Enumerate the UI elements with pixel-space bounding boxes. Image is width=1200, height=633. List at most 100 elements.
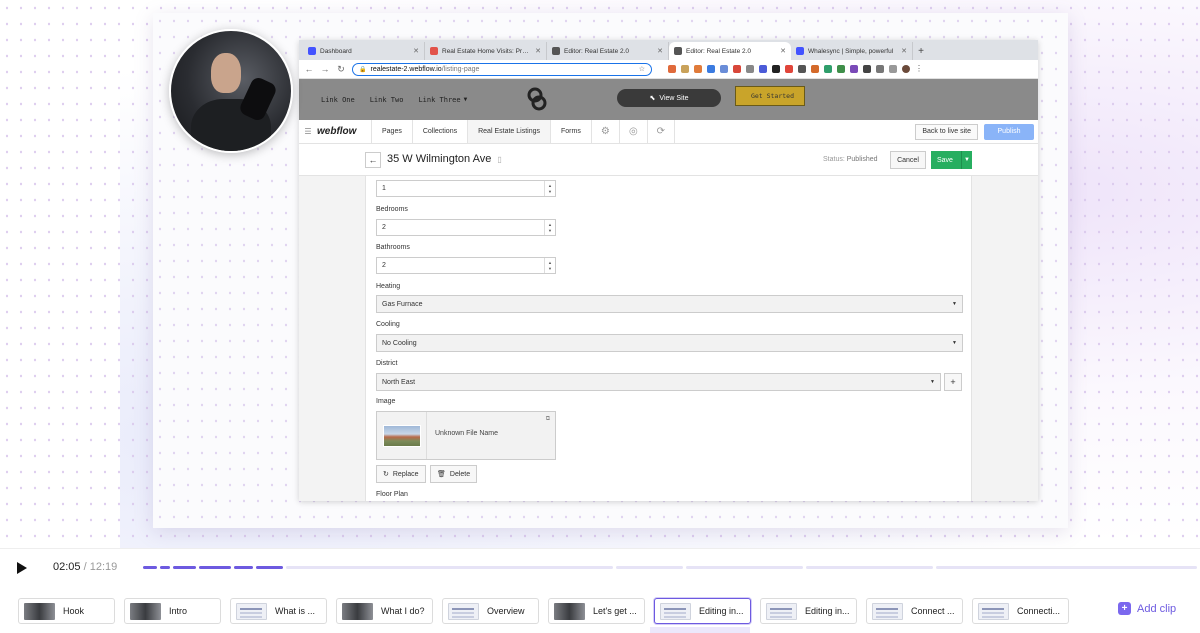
bedrooms-field[interactable]: 2 ▲ ▼ (376, 219, 556, 236)
get-started-button[interactable]: Get Started (735, 86, 805, 106)
extension-icon[interactable] (772, 65, 780, 73)
browser-tab[interactable]: Editor: Real Estate 2.0 ✕ (547, 42, 669, 60)
tab-forms[interactable]: Forms (549, 120, 591, 143)
tab-collections[interactable]: Collections (411, 120, 467, 143)
field-label: Bedrooms (376, 206, 408, 213)
new-tab-icon[interactable]: + (913, 46, 929, 60)
clip-label: Connecti... (1017, 606, 1061, 616)
close-tab-icon[interactable]: ✕ (901, 47, 907, 55)
progress-segment[interactable] (256, 566, 283, 569)
back-arrow-button[interactable]: ← (365, 152, 381, 168)
district-select[interactable]: North East ▼ (376, 373, 941, 391)
puzzle-icon[interactable] (876, 65, 884, 73)
hamburger-menu-icon[interactable]: ☰ (303, 120, 313, 143)
clip-item[interactable]: Editing in... (654, 598, 751, 624)
progress-segment[interactable] (234, 566, 253, 569)
avatar-icon[interactable] (902, 65, 910, 73)
cooling-select[interactable]: No Cooling ▼ (376, 334, 963, 352)
site-nav-link[interactable]: Link Three (418, 96, 460, 104)
play-button[interactable] (14, 559, 30, 577)
progress-segment[interactable] (806, 566, 933, 569)
stepper-icon[interactable]: ▲ ▼ (544, 220, 555, 235)
extension-icon[interactable] (733, 65, 741, 73)
site-nav-link[interactable]: Link Two (370, 96, 404, 104)
number-field[interactable]: 1 ▲ ▼ (376, 180, 556, 197)
clip-item[interactable]: Connect ... (866, 598, 963, 624)
add-clip-button[interactable]: + Add clip (1118, 602, 1176, 615)
extension-icon[interactable] (694, 65, 702, 73)
extension-icon[interactable] (889, 65, 897, 73)
save-button[interactable]: Save ▼ (931, 151, 972, 169)
browser-tab[interactable]: Whalesync | Simple, powerful ✕ (791, 42, 913, 60)
bathrooms-field[interactable]: 2 ▲ ▼ (376, 257, 556, 274)
replace-image-button[interactable]: ↻ Replace (376, 465, 426, 483)
progress-segment[interactable] (936, 566, 1197, 569)
gear-icon[interactable]: ⚙ (590, 120, 619, 143)
extension-icon[interactable] (759, 65, 767, 73)
clip-item[interactable]: What is ... (230, 598, 327, 624)
extension-icon[interactable] (785, 65, 793, 73)
site-logo-icon (527, 87, 547, 111)
integrations-icon[interactable]: ⟳ (646, 120, 675, 143)
browser-tab[interactable]: Real Estate Home Visits: Prope ✕ (425, 42, 547, 60)
close-tab-icon[interactable]: ✕ (535, 47, 541, 55)
clip-item[interactable]: Intro (124, 598, 221, 624)
field-label: Floor Plan (376, 491, 408, 498)
kebab-menu-icon[interactable]: ⋮ (915, 65, 923, 73)
progress-segment[interactable] (143, 566, 157, 569)
progress-segment[interactable] (173, 566, 196, 569)
extension-icon[interactable] (720, 65, 728, 73)
star-icon[interactable]: ☆ (639, 65, 645, 73)
add-district-button[interactable]: + (944, 373, 962, 391)
back-arrow-icon[interactable]: ← (304, 64, 314, 74)
heating-select[interactable]: Gas Furnace ▼ (376, 295, 963, 313)
settings-badge-icon[interactable]: ◎ (618, 120, 647, 143)
clip-item[interactable]: Overview (442, 598, 539, 624)
delete-image-button[interactable]: 🗑 Delete (430, 465, 478, 483)
image-field[interactable]: Unknown File Name ⧉ (376, 411, 556, 460)
site-nav-link[interactable]: Link One (321, 96, 355, 104)
tab-real-estate-listings[interactable]: Real Estate Listings (467, 120, 550, 143)
tab-pages[interactable]: Pages (371, 120, 412, 143)
progress-segment[interactable] (616, 566, 683, 569)
clip-item[interactable]: Let's get ... (548, 598, 645, 624)
progress-segment[interactable] (686, 566, 803, 569)
close-tab-icon[interactable]: ✕ (413, 47, 419, 55)
save-options-chevron-icon[interactable]: ▼ (961, 151, 972, 169)
url-input[interactable]: 🔒 realestate-2.webflow.io/listing-page ☆ (352, 62, 652, 76)
progress-bar[interactable] (143, 566, 1200, 569)
active-clip-highlight (650, 627, 750, 633)
favicon-icon (430, 47, 438, 55)
extension-icon[interactable] (811, 65, 819, 73)
clip-item[interactable]: Connecti... (972, 598, 1069, 624)
extension-icon[interactable] (668, 65, 676, 73)
extension-icon[interactable] (863, 65, 871, 73)
publish-button[interactable]: Publish (984, 123, 1034, 140)
extension-icon[interactable] (798, 65, 806, 73)
extension-icon[interactable] (824, 65, 832, 73)
progress-segment[interactable] (160, 566, 170, 569)
external-link-icon[interactable]: ⧉ (546, 416, 550, 423)
extension-icon[interactable] (850, 65, 858, 73)
forward-arrow-icon[interactable]: → (320, 64, 330, 74)
cancel-button[interactable]: Cancel (890, 151, 926, 169)
back-to-live-site-button[interactable]: Back to live site (915, 123, 978, 140)
browser-tab-active[interactable]: Editor: Real Estate 2.0 ✕ (669, 42, 791, 60)
close-tab-icon[interactable]: ✕ (780, 47, 786, 55)
image-file-name: Unknown File Name (435, 430, 499, 437)
stepper-icon[interactable]: ▲ ▼ (544, 258, 555, 273)
clip-item[interactable]: What I do? (336, 598, 433, 624)
extension-icon[interactable] (681, 65, 689, 73)
reload-icon[interactable]: ↻ (336, 64, 346, 75)
extension-icon[interactable] (746, 65, 754, 73)
clip-item[interactable]: Editing in... (760, 598, 857, 624)
stepper-icon[interactable]: ▲ ▼ (544, 181, 555, 196)
browser-tab[interactable]: Dashboard ✕ (303, 42, 425, 60)
progress-segment[interactable] (199, 566, 231, 569)
extension-icon[interactable] (707, 65, 715, 73)
clip-item[interactable]: Hook (18, 598, 115, 624)
view-site-button[interactable]: ⬉ View Site (617, 89, 721, 107)
close-tab-icon[interactable]: ✕ (657, 47, 663, 55)
extension-icon[interactable] (837, 65, 845, 73)
progress-segment[interactable] (286, 566, 613, 569)
